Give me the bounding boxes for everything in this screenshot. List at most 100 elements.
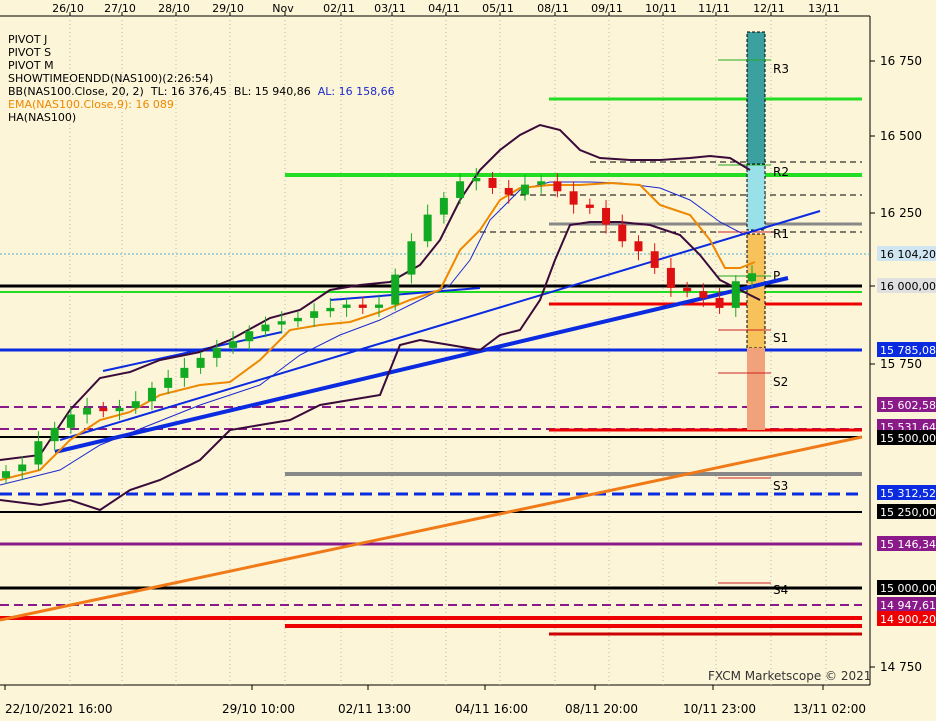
price-tag-label: 14 947,61 [880,599,936,612]
candle-body [66,414,75,428]
pivot-label-s3: S3 [773,479,788,493]
top-date-label: 02/11 [323,2,355,15]
candle-body [618,224,627,242]
candle-body [310,311,319,318]
candle-body [488,177,497,188]
candle-body [699,291,708,298]
candle-body [504,187,513,195]
candle-body [180,367,189,378]
price-tick-label: 16 500 [880,129,922,143]
price-tag-label: 15 000,00 [880,582,936,595]
candle-body [748,273,756,282]
top-date-label: 10/11 [645,2,677,15]
price-tag-label: 15 785,08 [880,344,936,357]
candle-body [520,184,529,195]
price-tick-label: 14 750 [880,660,922,674]
candle-body [212,347,221,358]
candle-body [99,407,108,412]
candle-body [277,321,286,325]
candle-body [650,251,659,268]
top-date-label: 29/10 [212,2,244,15]
indicator-showtime: SHOWTIMEOENDD(NAS100)(2:26:54) [8,72,214,85]
candle-body [407,241,416,275]
bb-average-line: AL: 16 158,66 [317,85,395,98]
bottom-date-label: 08/11 20:00 [565,702,638,716]
candle-body [472,177,481,182]
indicator-heikin-ashi: HA(NAS100) [8,111,77,124]
candle-body [456,181,465,198]
top-date-label: 26/10 [52,2,84,15]
bb-bottom-line: BL: 15 940,86 [233,85,311,98]
candle-body [666,267,675,288]
candle-body [585,204,594,208]
pivot-zone-s [747,348,765,430]
price-tick-label: 15 750 [880,357,922,371]
candle-body [553,181,562,192]
candle-body [634,241,643,252]
candle-body [115,407,124,412]
price-tag-label: 14 900,20 [880,613,936,626]
pivot-label-s2: S2 [773,375,788,389]
indicator-pivot-j: PIVOT J [8,33,48,46]
pivot-zone-r3 [746,31,766,165]
top-date-label: Nov [272,2,294,15]
top-date-label: 03/11 [374,2,406,15]
top-date-label: 12/11 [753,2,785,15]
top-date-label: 27/10 [104,2,136,15]
top-date-label: 09/11 [591,2,623,15]
price-tick-label: 16 750 [880,54,922,68]
bb-name: BB(NAS100.Close, 20, 2) [8,85,144,98]
bb-top-line: TL: 16 376,45 [150,85,227,98]
bottom-date-label: 04/11 16:00 [455,702,528,716]
price-tag-label: 15 146,34 [880,538,936,551]
candle-body [229,341,238,348]
candle-body [50,427,59,442]
candle-body [731,281,740,308]
candle-body [375,304,383,308]
candle-body [602,207,611,225]
candle-body [147,387,156,402]
bottom-date-label: 13/11 02:00 [793,702,866,716]
candle-body [18,464,27,472]
pivot-label-r2: R2 [773,165,789,179]
candle-body [439,197,448,215]
indicator-ema: EMA(NAS100.Close,9): 16 089 [8,98,174,111]
candle-body [342,304,351,308]
candle-body [715,297,724,308]
candle-body [326,307,335,312]
indicator-pivot-s: PIVOT S [8,46,52,59]
pivot-label-s4: S4 [773,583,788,597]
bottom-date-label: 22/10/2021 16:00 [5,702,113,716]
indicator-bollinger: BB(NAS100.Close, 20, 2) TL: 16 376,45 BL… [8,85,395,98]
top-date-label: 13/11 [808,2,840,15]
candle-body [131,401,140,408]
candle-body [423,214,432,242]
candle-body [34,441,43,465]
pivot-label-r3: R3 [773,62,789,76]
top-date-label: 08/11 [537,2,569,15]
chart-window: 26/10 27/10 28/10 29/10 Nov 02/11 03/11 04/11 05… [0,0,936,721]
candle-body [196,357,205,368]
price-tick-label: 16 250 [880,206,922,220]
candle-body [261,324,270,332]
top-date-label: 05/11 [482,2,514,15]
bottom-date-label: 10/11 23:00 [683,702,756,716]
pivot-label-s1: S1 [773,331,788,345]
candle-body [358,304,367,308]
top-date-label: 04/11 [428,2,460,15]
candle-body [391,274,400,305]
candle-body [164,377,173,388]
candle-body [683,287,692,292]
price-tag-label: 15 250,00 [880,506,936,519]
pivot-zone-r2 [746,163,766,231]
price-tag-label: 15 500,00 [880,432,936,445]
watermark: FXCM Marketscope © 2021 [708,669,871,683]
top-date-label: 11/11 [698,2,730,15]
price-tag-label: 15 602,58 [880,399,936,412]
candle-body [83,407,92,415]
pivot-label-r1: R1 [773,227,789,241]
bottom-date-label: 29/10 10:00 [222,702,295,716]
candle-body [537,181,546,185]
top-date-label: 28/10 [158,2,190,15]
candle-body [293,317,302,322]
